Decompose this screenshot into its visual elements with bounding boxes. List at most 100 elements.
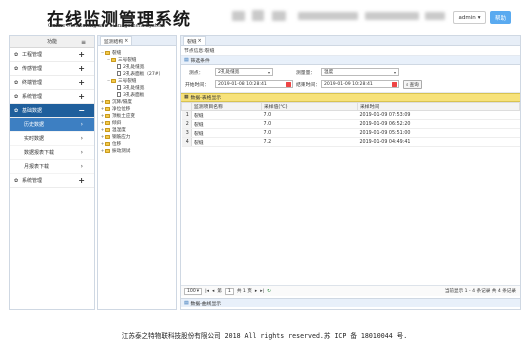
tree-node-label: 三号裂缝 (118, 57, 137, 63)
tree-node[interactable]: + 振动测试 (98, 147, 176, 154)
redacted-block (232, 11, 245, 21)
sidebar-subitem-label: 实时数据 (24, 136, 45, 142)
cell-time: 2019-01-09 06:52:20 (357, 119, 520, 129)
page-size-value: 100 (187, 288, 196, 294)
sidebar-subitem-label: 月报表下载 (24, 164, 50, 170)
tree-node[interactable]: 2孔处缝宽 (98, 63, 176, 70)
help-button[interactable]: 帮助 (490, 11, 511, 24)
tree-node-label: 顶板土应变 (112, 113, 135, 119)
tree-node[interactable]: + 沉降/隔度 (98, 98, 176, 105)
close-icon[interactable]: × (198, 39, 202, 44)
sidebar-subitem-history[interactable]: 历史数据 › (10, 118, 94, 132)
sidebar: 功能 ≡ ✿ 工程管理 + ✿ 传感管理 + ✿ 终端管理 + ✿ 系统管理 +… (9, 35, 95, 310)
tree-node[interactable]: 3孔处缝宽 (98, 84, 176, 91)
sidebar-subitem-report-download[interactable]: 数据报表下载 › (10, 146, 94, 160)
page-suffix: 共 1 页 (236, 289, 252, 294)
tab-crack[interactable]: 裂缝 × (183, 36, 206, 45)
quantity-label: 测量量： (296, 71, 316, 76)
start-time-input[interactable]: 2019-01-08 10:28:41 (215, 80, 293, 88)
tree-node[interactable]: 3孔表面板 (98, 91, 176, 98)
node-info: 节点信息:裂缝 (181, 46, 520, 56)
tree-node-label: 温湿度 (112, 127, 126, 133)
structure-tree-panel: 监测结构 × − 裂缝 − 三号裂缝 2孔处缝宽 2孔表面板（27#） − 三号裂缝 3孔处缝宽… (97, 35, 177, 310)
page-number-input[interactable]: 1 (224, 287, 234, 295)
redacted-block (425, 12, 445, 20)
chevron-right-icon: › (80, 149, 83, 156)
sidebar-subitem-label: 数据报表下载 (24, 150, 55, 156)
table-row[interactable]: 1 裂缝 7.0 2019-01-09 07:53:09 (181, 110, 520, 120)
calendar-icon[interactable] (286, 82, 291, 87)
page-number-value: 1 (227, 288, 231, 294)
sidebar-item-base-data[interactable]: ✿ 基础数据 − (10, 104, 94, 118)
start-time-label: 开始时间： (185, 83, 209, 88)
sidebar-item-project[interactable]: ✿ 工程管理 + (10, 48, 94, 62)
table-row[interactable]: 2 裂缝 7.0 2019-01-09 06:52:20 (181, 119, 520, 129)
table-row[interactable]: 3 裂缝 7.0 2019-01-09 05:51:00 (181, 128, 520, 138)
close-icon[interactable]: × (124, 39, 128, 44)
tree-node-label: 钢筋应力 (112, 134, 131, 140)
sidebar-subitem-monthly-download[interactable]: 月报表下载 › (10, 160, 94, 174)
tree-node[interactable]: + 温湿度 (98, 126, 176, 133)
filter-section-title: 筛选条件 (190, 58, 210, 64)
menu-icon[interactable]: ≡ (81, 39, 86, 46)
tree-node[interactable]: − 裂缝 (98, 49, 176, 56)
column-header-name[interactable]: 监测项目名称 (191, 102, 262, 111)
point-select[interactable]: 2孔处缝宽 ▾ (215, 68, 273, 76)
tree-node[interactable]: + 位移 (98, 140, 176, 147)
cell-value: 7.0 (261, 110, 358, 120)
expand-icon: + (78, 50, 85, 59)
filter-form: 测点： 2孔处缝宽 ▾ 测量量： 温度 ▾ 开始时间： 2019-01-08 1… (181, 65, 520, 93)
column-header-value[interactable]: 采样值(℃) (261, 102, 358, 111)
tab-structure[interactable]: 监测结构 × (100, 36, 133, 45)
gear-icon: ✿ (14, 79, 19, 86)
last-page-icon[interactable]: ▸| (260, 289, 264, 294)
table-row[interactable]: 4 裂缝 7.2 2019-01-09 04:49:41 (181, 137, 520, 147)
tree-node-label: 3孔处缝宽 (123, 85, 145, 91)
sidebar-item-system[interactable]: ✿ 系统管理 + (10, 90, 94, 104)
file-icon (117, 71, 121, 76)
refresh-icon[interactable]: ↻ (267, 289, 271, 294)
footer-copyright: 江苏泰之特物联科技股份有限公司 2018 All rights reserved… (121, 332, 408, 340)
sidebar-item-label: 系统管理 (22, 178, 43, 184)
first-page-icon[interactable]: |◂ (205, 289, 209, 294)
quantity-select[interactable]: 温度 ▾ (321, 68, 399, 76)
expand-icon: + (78, 64, 85, 73)
sidebar-subitem-label: 历史数据 (24, 122, 45, 128)
file-icon (117, 92, 121, 97)
tree-node[interactable]: − 三号裂缝 (98, 77, 176, 84)
admin-menu-button[interactable]: admin ▾ (453, 11, 486, 24)
tree-node[interactable]: 2孔表面板（27#） (98, 70, 176, 77)
chart-icon: ▤ (184, 300, 189, 306)
sidebar-subitem-realtime[interactable]: 实时数据 › (10, 132, 94, 146)
page-size-select[interactable]: 100 ▾ (184, 287, 203, 295)
gear-icon: ✿ (14, 93, 19, 100)
page-prefix: 第 (217, 289, 222, 294)
tab-label: 监测结构 (104, 39, 124, 45)
tree-node-label: 2孔表面板（27#） (123, 71, 164, 77)
tree-node[interactable]: + 钢筋应力 (98, 133, 176, 140)
query-button[interactable]: ⌕ 查询 (403, 80, 422, 89)
curve-section-header[interactable]: ▤ 数据-曲线显示 (181, 298, 520, 307)
point-value: 2孔处缝宽 (218, 70, 240, 75)
start-time-value: 2019-01-08 10:28:41 (218, 81, 267, 87)
sidebar-item-sensor[interactable]: ✿ 传感管理 + (10, 62, 94, 76)
next-page-icon[interactable]: ▸ (255, 289, 257, 294)
collapse-icon: − (78, 106, 85, 115)
tree-node-label: 2孔处缝宽 (123, 64, 145, 70)
tree-node[interactable]: + 净位位移 (98, 105, 176, 112)
folder-icon (105, 99, 110, 104)
cell-name: 裂缝 (191, 119, 262, 129)
tree-node[interactable]: + 倾斜 (98, 119, 176, 126)
sidebar-item-system-manage[interactable]: ✿ 系统管理 + (10, 174, 94, 188)
end-time-input[interactable]: 2019-01-09 10:28:41 (321, 80, 399, 88)
tree-node[interactable]: + 顶板土应变 (98, 112, 176, 119)
prev-page-icon[interactable]: ◂ (212, 289, 214, 294)
calendar-icon[interactable] (392, 82, 397, 87)
cell-time: 2019-01-09 04:49:41 (357, 137, 520, 147)
sidebar-item-terminal[interactable]: ✿ 终端管理 + (10, 76, 94, 90)
column-header-time[interactable]: 采样时间 (357, 102, 520, 111)
tree-node[interactable]: − 三号裂缝 (98, 56, 176, 63)
folder-icon (105, 148, 110, 153)
sidebar-item-label: 系统管理 (22, 94, 43, 100)
sidebar-item-label: 基础数据 (22, 108, 43, 114)
